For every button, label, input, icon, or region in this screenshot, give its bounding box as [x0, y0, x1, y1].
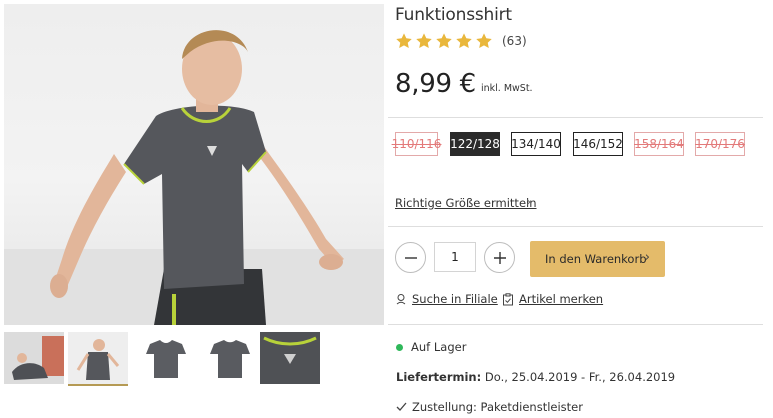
divider	[388, 117, 763, 118]
size-option-110-116: 110/116	[392, 132, 441, 156]
thumbnail-strip	[4, 332, 324, 386]
price-tax-note: inkl. MwSt.	[481, 83, 533, 94]
delivery-date: Liefertermin: Do., 25.04.2019 - Fr., 26.…	[396, 370, 675, 384]
thumbnail-4[interactable]	[200, 332, 260, 384]
star-icon	[416, 33, 432, 49]
price: 8,99 €	[395, 69, 476, 99]
shipping-label: Zustellung: Paketdienstleister	[412, 400, 583, 414]
rating-count[interactable]: (63)	[502, 34, 527, 48]
divider	[388, 226, 763, 227]
wishlist-link[interactable]: Artikel merken	[502, 292, 603, 306]
plus-icon	[493, 251, 506, 264]
store-search-label: Suche in Filiale	[412, 292, 498, 306]
quantity-increase-button[interactable]	[484, 242, 515, 273]
delivery-label: Liefertermin:	[396, 370, 482, 384]
store-search-link[interactable]: Suche in Filiale	[395, 292, 498, 306]
in-stock-dot-icon	[396, 343, 403, 351]
divider	[388, 324, 763, 325]
size-guide-link[interactable]: Richtige Größe ermitteln	[395, 196, 537, 210]
delivery-value: Do., 25.04.2019 - Fr., 26.04.2019	[484, 370, 676, 384]
checkmark-icon	[396, 402, 407, 411]
thumbnail-1[interactable]	[4, 332, 64, 384]
size-option-122-128[interactable]: 122/128	[450, 132, 500, 156]
add-to-cart-button[interactable]: In den Warenkorb ›	[530, 241, 665, 277]
thumbnail-3[interactable]	[136, 332, 196, 384]
thumbnail-2[interactable]	[68, 332, 128, 386]
chevron-right-icon: ›	[526, 195, 532, 210]
star-icon	[456, 33, 472, 49]
chevron-right-icon: ›	[644, 250, 650, 265]
size-option-158-164: 158/164	[634, 132, 684, 156]
rating[interactable]: (63)	[395, 32, 527, 50]
thumbnail-5[interactable]	[260, 332, 320, 384]
wishlist-label: Artikel merken	[519, 292, 604, 306]
size-option-146-152[interactable]: 146/152	[573, 132, 623, 156]
minus-icon	[404, 256, 417, 259]
clipboard-check-icon	[503, 292, 513, 305]
quantity-decrease-button[interactable]	[395, 242, 426, 273]
star-icon	[476, 33, 492, 49]
add-to-cart-label: In den Warenkorb	[545, 252, 647, 266]
shipping-method: Zustellung: Paketdienstleister	[396, 400, 583, 414]
stock-label: Auf Lager	[411, 340, 467, 354]
quantity-input[interactable]: 1	[434, 242, 476, 272]
stock-status: Auf Lager	[396, 340, 466, 354]
product-main-image[interactable]	[4, 4, 384, 325]
boy-in-shirt-illustration	[4, 30, 384, 325]
star-icon	[396, 33, 412, 49]
product-title: Funktionsshirt	[395, 5, 512, 25]
size-option-170-176: 170/176	[695, 132, 745, 156]
size-option-134-140[interactable]: 134/140	[511, 132, 561, 156]
star-icon	[436, 33, 452, 49]
location-pin-icon	[396, 294, 406, 305]
